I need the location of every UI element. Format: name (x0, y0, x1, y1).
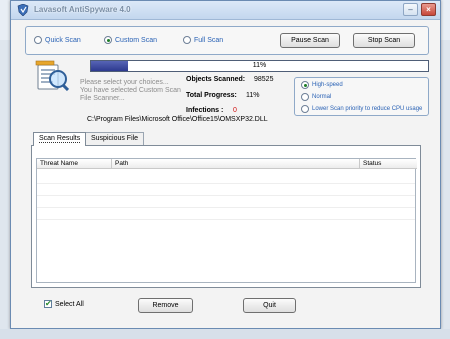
tab-suspicious-file-label: Suspicious File (91, 135, 139, 142)
normal-speed-label: Normal (312, 94, 332, 100)
radio-checked-icon (301, 81, 309, 89)
current-file-path: C:\Program Files\Microsoft Office\Office… (87, 116, 268, 123)
select-all-label: Select All (55, 300, 84, 308)
minimize-button[interactable]: – (403, 3, 418, 16)
quick-scan-radio[interactable]: Quick Scan (34, 36, 81, 44)
row-divider (37, 195, 415, 196)
quit-button[interactable]: Quit (243, 298, 296, 313)
window-title: Lavasoft AntiSpyware 4.0 (34, 5, 131, 14)
radio-circle-icon (34, 36, 42, 44)
stop-scan-button[interactable]: Stop Scan (353, 33, 415, 48)
total-progress-value: 11% (246, 92, 260, 99)
checkbox-box: ✔ (44, 299, 52, 308)
tab-scan-results-label: Scan Results (39, 135, 81, 143)
tab-suspicious-file[interactable]: Suspicious File (85, 132, 145, 145)
scan-speed-panel: High-speed Normal Lower Scan priority to… (294, 77, 429, 116)
scanner-icon (35, 60, 69, 91)
remove-button[interactable]: Remove (138, 298, 193, 313)
high-speed-label: High-speed (312, 82, 343, 88)
objects-scanned-value: 98525 (254, 76, 274, 83)
minimize-icon: – (408, 5, 413, 14)
full-scan-label: Full Scan (194, 36, 224, 44)
quick-scan-label: Quick Scan (45, 36, 81, 44)
title-bar[interactable]: Lavasoft AntiSpyware 4.0 – × (11, 1, 440, 20)
progress-percent-text: 11% (252, 62, 267, 69)
tab-scan-results[interactable]: Scan Results (33, 132, 87, 146)
column-header-path[interactable]: Path (112, 159, 360, 169)
radio-circle-icon (301, 105, 309, 113)
select-all-checkbox[interactable]: ✔ Select All (44, 299, 84, 308)
results-table[interactable]: Threat Name Path Status (36, 158, 417, 283)
radio-checked-icon (104, 36, 112, 44)
infections-value: 0 (233, 107, 237, 114)
app-window: Lavasoft AntiSpyware 4.0 – × Quick Scan … (10, 0, 441, 329)
full-scan-radio[interactable]: Full Scan (183, 36, 223, 44)
hint-line-1: Please select your choices... (80, 79, 169, 86)
checkmark-icon: ✔ (45, 299, 52, 308)
column-header-threat-name[interactable]: Threat Name (37, 159, 112, 169)
hint-line-2: You have selected Custom Scan (80, 87, 181, 94)
row-divider (37, 207, 415, 208)
objects-scanned-label: Objects Scanned: (186, 76, 246, 83)
close-button[interactable]: × (421, 3, 436, 16)
hint-line-3: File Scanner... (80, 95, 125, 102)
custom-scan-radio[interactable]: Custom Scan (104, 36, 157, 44)
total-progress-label: Total Progress: (186, 92, 237, 99)
radio-circle-icon (183, 36, 191, 44)
high-speed-radio[interactable]: High-speed (301, 81, 343, 89)
app-logo-icon (17, 4, 29, 16)
scan-hint: Please select your choices... You have s… (80, 79, 190, 103)
row-divider (37, 219, 415, 220)
custom-scan-label: Custom Scan (115, 36, 158, 44)
scan-progress-bar: 11% (90, 60, 429, 72)
pause-scan-button[interactable]: Pause Scan (280, 33, 340, 48)
low-priority-radio[interactable]: Lower Scan priority to reduce CPU usage (301, 105, 422, 113)
low-priority-label: Lower Scan priority to reduce CPU usage (312, 106, 423, 112)
scan-mode-panel: Quick Scan Custom Scan Full Scan Pause S… (25, 26, 429, 55)
column-header-status[interactable]: Status (360, 159, 417, 169)
radio-circle-icon (301, 93, 309, 101)
row-divider (37, 183, 415, 184)
taskbar-strip (0, 329, 450, 339)
scan-results-panel: Threat Name Path Status (31, 145, 421, 288)
close-icon: × (426, 5, 431, 14)
infections-label: Infections : (186, 107, 224, 114)
normal-speed-radio[interactable]: Normal (301, 93, 331, 101)
